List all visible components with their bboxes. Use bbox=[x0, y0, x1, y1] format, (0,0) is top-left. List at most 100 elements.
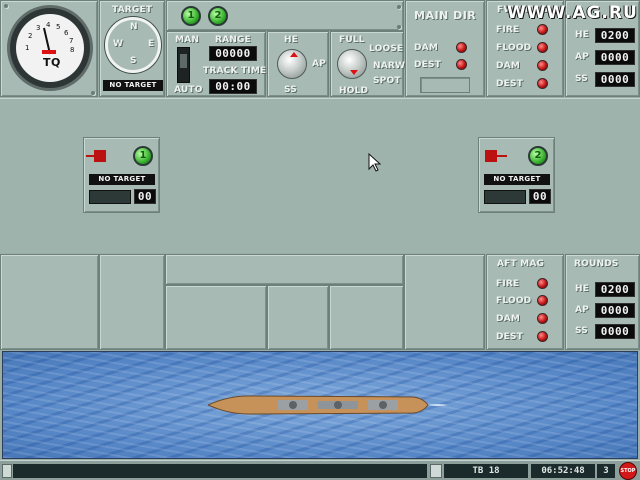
turret-select-strip: 1 2 bbox=[166, 0, 404, 31]
turret-2-panel: 2 NO TARGET 00 bbox=[478, 137, 555, 213]
aft-he-label: HE bbox=[575, 284, 590, 294]
svg-text:4: 4 bbox=[46, 21, 51, 29]
fwd-fire-lamp bbox=[537, 24, 548, 35]
aft-fire-lamp bbox=[537, 278, 548, 289]
svg-text:1: 1 bbox=[25, 44, 29, 52]
compass-dial[interactable]: N W E S bbox=[105, 17, 161, 73]
compass-title: TARGET bbox=[112, 5, 153, 15]
aft-dest-label: DEST bbox=[496, 332, 524, 342]
aft-rounds-panel: ROUNDS HE 0200 AP 0000 SS 0000 bbox=[565, 254, 640, 350]
torque-gauge-panel: 1 234 5678 TQ bbox=[0, 0, 98, 97]
aft-rounds-title: ROUNDS bbox=[574, 259, 619, 269]
turret-1-elevation-bar bbox=[89, 190, 131, 204]
aft-ss-readout: 0000 bbox=[595, 324, 635, 339]
aft-ap-label: AP bbox=[575, 305, 589, 315]
mouse-cursor bbox=[368, 153, 382, 172]
fwd-dest-lamp bbox=[537, 78, 548, 89]
man-auto-switch[interactable] bbox=[177, 47, 190, 83]
turret-1-select-button[interactable]: 1 bbox=[181, 6, 201, 26]
compass-target-readout: NO TARGET bbox=[103, 80, 163, 91]
target-compass-panel: TARGET N W E S NO TARGET bbox=[99, 0, 165, 97]
auto-label: AUTO bbox=[174, 85, 203, 95]
lower-panel-5 bbox=[267, 285, 329, 350]
fwd-dest-label: DEST bbox=[496, 79, 524, 89]
compass-s: S bbox=[130, 56, 137, 66]
status-arrow-icon[interactable] bbox=[430, 464, 442, 478]
lower-panel-4 bbox=[165, 285, 267, 350]
watermark-logo: WWW.AG.RU bbox=[507, 3, 638, 23]
ammo-select-panel: HE AP SS bbox=[267, 31, 329, 97]
svg-text:8: 8 bbox=[70, 46, 74, 54]
turret-2-count: 00 bbox=[529, 189, 551, 204]
man-label: MAN bbox=[175, 35, 200, 45]
turret-2-elevation-bar bbox=[484, 190, 526, 204]
torque-gauge: 1 234 5678 TQ bbox=[7, 5, 93, 91]
ss-label: SS bbox=[284, 85, 297, 95]
track-time-readout: 00:00 bbox=[209, 79, 257, 94]
svg-text:3: 3 bbox=[36, 24, 40, 32]
range-readout: 00000 bbox=[209, 46, 257, 61]
aft-dam-label: DAM bbox=[496, 314, 520, 324]
compass-n: N bbox=[130, 22, 138, 32]
turret-1-fire-button[interactable]: 1 bbox=[133, 146, 153, 166]
compass-e: E bbox=[148, 39, 155, 49]
compass-w: W bbox=[113, 39, 124, 49]
salvo-knob[interactable] bbox=[337, 49, 367, 79]
unit-name: TB 18 bbox=[444, 464, 528, 478]
turret-2-fire-button[interactable]: 2 bbox=[528, 146, 548, 166]
fwd-he-label: HE bbox=[575, 30, 590, 40]
lower-panel-6 bbox=[329, 285, 404, 350]
svg-text:2: 2 bbox=[28, 32, 32, 40]
main-dir-title: MAIN DIR bbox=[414, 9, 477, 22]
gauge-needle: 1 23 4 5678 bbox=[25, 21, 74, 55]
aft-dest-lamp bbox=[537, 331, 548, 342]
fwd-he-readout: 0200 bbox=[595, 28, 635, 43]
aft-fire-label: FIRE bbox=[496, 279, 520, 289]
hold-label: HOLD bbox=[339, 86, 369, 96]
main-dir-dam-label: DAM bbox=[414, 43, 438, 53]
stop-icon[interactable]: STOP bbox=[619, 462, 637, 480]
svg-text:7: 7 bbox=[69, 37, 73, 45]
fwd-ss-readout: 0000 bbox=[595, 72, 635, 87]
main-dir-dest-label: DEST bbox=[414, 60, 442, 70]
battleship-sprite[interactable] bbox=[208, 390, 448, 420]
aft-dam-lamp bbox=[537, 313, 548, 324]
main-dir-dam-lamp bbox=[456, 42, 467, 53]
loose-label: LOOSE bbox=[369, 44, 404, 54]
turret-2-target-readout: NO TARGET bbox=[484, 174, 550, 185]
game-clock: 06:52:48 bbox=[531, 464, 595, 478]
ap-label: AP bbox=[312, 59, 326, 69]
fwd-dam-lamp bbox=[537, 60, 548, 71]
aft-ap-readout: 0000 bbox=[595, 303, 635, 318]
fwd-flood-lamp bbox=[537, 42, 548, 53]
time-compression: 3 bbox=[597, 464, 615, 478]
gauge-label: TQ bbox=[43, 56, 61, 69]
salvo-mode-panel: FULL LOOSE NARW SPOT HOLD bbox=[330, 31, 406, 97]
fwd-fire-label: FIRE bbox=[496, 25, 520, 35]
main-dir-dest-lamp bbox=[456, 59, 467, 70]
turret-1-panel: 1 NO TARGET 00 bbox=[83, 137, 160, 213]
lower-panel-3 bbox=[165, 254, 404, 285]
turret-1-target-readout: NO TARGET bbox=[89, 174, 155, 185]
aft-he-readout: 0200 bbox=[595, 282, 635, 297]
range-label: RANGE bbox=[215, 35, 251, 45]
fwd-dam-label: DAM bbox=[496, 61, 520, 71]
sea-view[interactable] bbox=[2, 351, 638, 459]
fwd-ap-label: AP bbox=[575, 52, 589, 62]
turret-1-count: 00 bbox=[134, 189, 156, 204]
spot-label: SPOT bbox=[373, 76, 401, 86]
full-label: FULL bbox=[339, 35, 365, 45]
aft-ss-label: SS bbox=[575, 326, 588, 336]
lower-panel-1 bbox=[0, 254, 99, 350]
svg-text:6: 6 bbox=[64, 29, 69, 37]
fwd-ss-label: SS bbox=[575, 74, 588, 84]
aft-mag-title: AFT MAG bbox=[497, 259, 545, 269]
status-bar: TB 18 06:52:48 3 STOP bbox=[0, 460, 640, 480]
ammo-type-knob[interactable] bbox=[277, 49, 307, 79]
lower-panel-7 bbox=[404, 254, 485, 350]
he-label: HE bbox=[284, 35, 299, 45]
lower-panel-2 bbox=[99, 254, 165, 350]
turret-2-select-button[interactable]: 2 bbox=[208, 6, 228, 26]
narrow-label: NARW bbox=[373, 61, 406, 71]
status-left-icon[interactable] bbox=[2, 464, 12, 478]
